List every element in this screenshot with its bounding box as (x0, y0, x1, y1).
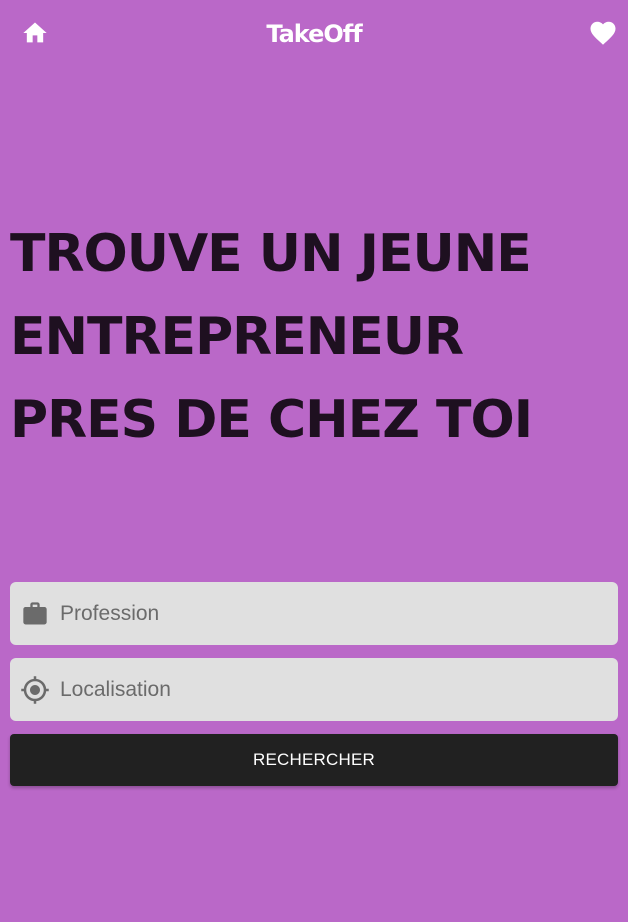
profession-input[interactable] (60, 582, 608, 645)
location-field[interactable] (10, 658, 618, 721)
hero-headline: TROUVE UN JEUNE ENTREPRENEUR PRES DE CHE… (10, 224, 533, 450)
location-target-icon (20, 675, 50, 705)
app-title: TakeOff (266, 20, 362, 48)
search-button[interactable]: RECHERCHER (10, 734, 618, 786)
briefcase-icon (20, 599, 50, 629)
location-input[interactable] (60, 658, 608, 721)
heart-icon (588, 18, 618, 53)
favorites-button[interactable] (579, 11, 627, 59)
profession-field[interactable] (10, 582, 618, 645)
app-bar: TakeOff (0, 0, 628, 70)
